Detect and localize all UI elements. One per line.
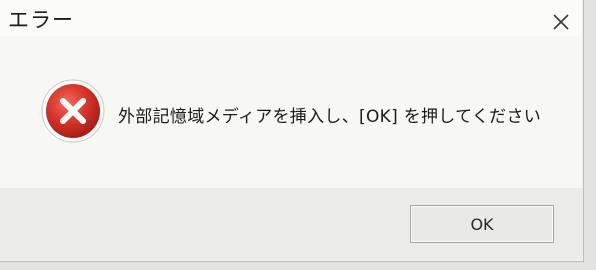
close-icon: [553, 14, 569, 30]
ok-button[interactable]: OK: [410, 205, 554, 243]
error-dialog: エラー 外部記憶域メディアを挿入し、[OK] を押してください OK: [0, 0, 584, 262]
close-button[interactable]: [542, 6, 580, 34]
title-bar: エラー: [0, 0, 582, 36]
error-message: 外部記憶域メディアを挿入し、[OK] を押してください: [118, 107, 542, 127]
window-title: エラー: [8, 8, 74, 32]
error-icon: [41, 79, 105, 143]
